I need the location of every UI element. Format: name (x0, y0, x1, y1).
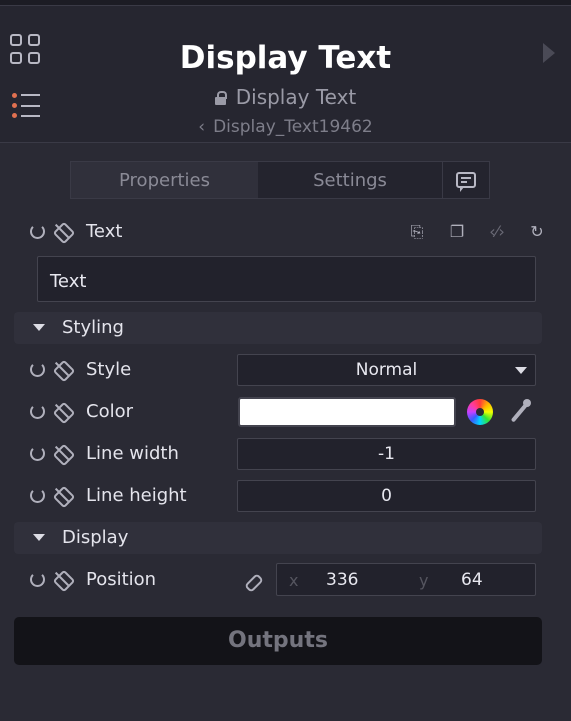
unlink-icon[interactable] (54, 487, 70, 503)
inspector-panel: Properties Settings Text ⎘ ❐ ‹⁄› ↻ Text … (0, 142, 571, 721)
chevron-left-icon: ‹ (198, 117, 206, 137)
text-tools: ⎘ ❐ ‹⁄› ↻ (407, 222, 547, 242)
duplicate-icon[interactable]: ❐ (447, 222, 467, 242)
reset-icon[interactable] (30, 488, 45, 503)
breadcrumb-label: Display_Text19462 (213, 117, 373, 137)
position-label: Position (86, 569, 157, 590)
line-width-label: Line width (86, 443, 179, 464)
eyedropper-icon[interactable] (509, 399, 531, 425)
reset-icon[interactable] (30, 362, 45, 377)
breadcrumb[interactable]: ‹ Display_Text19462 (0, 117, 571, 137)
reset-icon[interactable] (30, 404, 45, 419)
y-axis-label: y (419, 571, 429, 590)
expand-triangle-icon (33, 324, 45, 331)
header: Display Text Display Text ‹ Display_Text1… (0, 6, 571, 142)
unlink-icon[interactable] (54, 223, 70, 239)
unlink-icon[interactable] (54, 445, 70, 461)
unlink-icon[interactable] (54, 403, 70, 419)
text-property-row: Text ⎘ ❐ ‹⁄› ↻ (0, 216, 571, 250)
chat-icon (456, 172, 476, 192)
lock-icon[interactable] (214, 91, 227, 105)
insert-variable-icon[interactable]: ⎘ (407, 222, 427, 242)
styling-section-header[interactable]: Styling (14, 312, 542, 344)
color-wheel-icon[interactable] (467, 399, 493, 425)
section-title: Display (62, 527, 129, 548)
page-title: Display Text (179, 40, 392, 76)
line-height-label: Line height (86, 485, 187, 506)
tab-settings[interactable]: Settings (258, 162, 443, 198)
color-label: Color (86, 401, 133, 422)
node-type-label: Display Text (235, 85, 357, 109)
display-section-header[interactable]: Display (14, 522, 542, 554)
x-axis-label: x (289, 571, 299, 590)
style-value: Normal (355, 360, 418, 380)
text-label: Text (86, 221, 123, 242)
unlink-icon[interactable] (54, 571, 70, 587)
unlink-icon[interactable] (54, 361, 70, 377)
style-label: Style (86, 359, 132, 380)
chevron-down-icon (515, 367, 527, 374)
position-x-value[interactable]: 336 (326, 570, 358, 590)
reset-icon[interactable] (30, 446, 45, 461)
text-input[interactable]: Text (37, 256, 536, 302)
node-type: Display Text (0, 85, 571, 109)
style-select[interactable]: Normal (237, 354, 536, 386)
refresh-icon[interactable]: ↻ (527, 222, 547, 242)
code-icon[interactable]: ‹⁄› (487, 222, 507, 242)
reset-icon[interactable] (30, 572, 45, 587)
color-swatch[interactable] (238, 397, 456, 427)
tab-properties[interactable]: Properties (71, 162, 258, 198)
link-icon[interactable] (244, 572, 262, 590)
reset-icon[interactable] (30, 224, 45, 239)
expand-triangle-icon (33, 534, 45, 541)
position-input[interactable]: x 336 y 64 (276, 563, 536, 596)
line-width-input[interactable]: -1 (237, 438, 536, 470)
position-y-value[interactable]: 64 (461, 570, 483, 590)
line-height-input[interactable]: 0 (237, 480, 536, 512)
section-title: Styling (62, 317, 124, 338)
tab-comments[interactable] (443, 162, 489, 198)
outputs-section-header[interactable]: Outputs (14, 617, 542, 665)
tab-bar: Properties Settings (70, 161, 490, 199)
